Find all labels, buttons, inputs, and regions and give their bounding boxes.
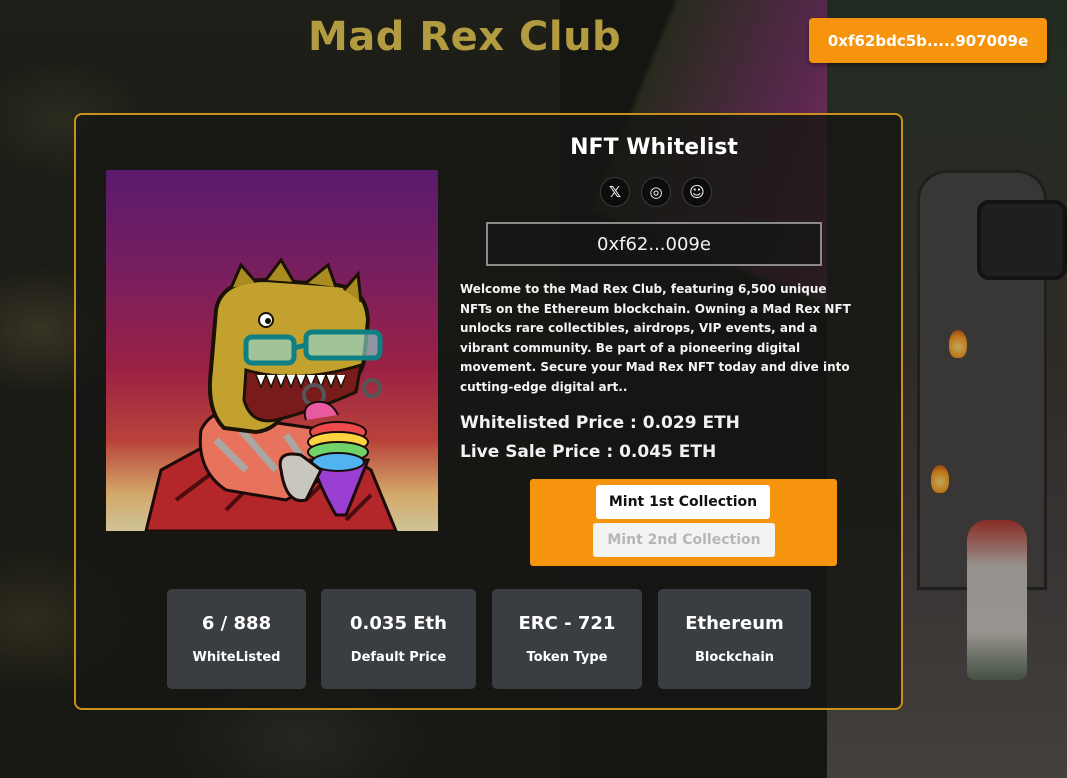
mint-1st-collection-button[interactable]: Mint 1st Collection — [596, 485, 770, 519]
stat-value: 6 / 888 — [201, 613, 272, 634]
stat-label: WhiteListed — [192, 650, 281, 665]
x-twitter-icon[interactable]: 𝕏 — [600, 177, 630, 207]
whitelisted-price: Whitelisted Price : 0.029 ETH — [460, 413, 740, 433]
stat-card-default-price: 0.035 Eth Default Price — [321, 589, 476, 689]
stat-card-token-type: ERC - 721 Token Type — [492, 589, 642, 689]
instagram-icon[interactable]: ◎ — [641, 177, 671, 207]
connected-address-display: 0xf62...009e — [486, 222, 822, 266]
stat-value: Ethereum — [685, 613, 784, 634]
connect-wallet-button[interactable]: 0xf62bdc5b.....907009e — [809, 18, 1047, 63]
collection-description: Welcome to the Mad Rex Club, featuring 6… — [460, 282, 851, 394]
nft-artwork-image — [106, 170, 438, 531]
brand-title: Mad Rex Club — [308, 14, 622, 60]
stat-value: ERC - 721 — [518, 613, 616, 634]
mint-panel: Mint 1st Collection Mint 2nd Collection — [530, 479, 837, 566]
stat-label: Token Type — [526, 650, 608, 665]
stat-label: Default Price — [350, 650, 447, 665]
whitelist-card: NFT Whitelist 𝕏 ◎ ☺ 0xf62...009e Welcome… — [74, 113, 903, 710]
mint-2nd-collection-button[interactable]: Mint 2nd Collection — [593, 523, 775, 557]
stat-card-whitelisted: 6 / 888 WhiteListed — [167, 589, 306, 689]
rex-dino-illustration — [144, 257, 398, 531]
card-title: NFT Whitelist — [570, 135, 738, 160]
stat-value: 0.035 Eth — [350, 613, 447, 634]
live-sale-price: Live Sale Price : 0.045 ETH — [460, 442, 717, 462]
social-links: 𝕏 ◎ ☺ — [600, 177, 712, 207]
discord-icon[interactable]: ☺ — [682, 177, 712, 207]
stats-row: 6 / 888 WhiteListed 0.035 Eth Default Pr… — [76, 589, 905, 691]
stat-card-blockchain: Ethereum Blockchain — [658, 589, 811, 689]
stat-label: Blockchain — [694, 650, 775, 665]
